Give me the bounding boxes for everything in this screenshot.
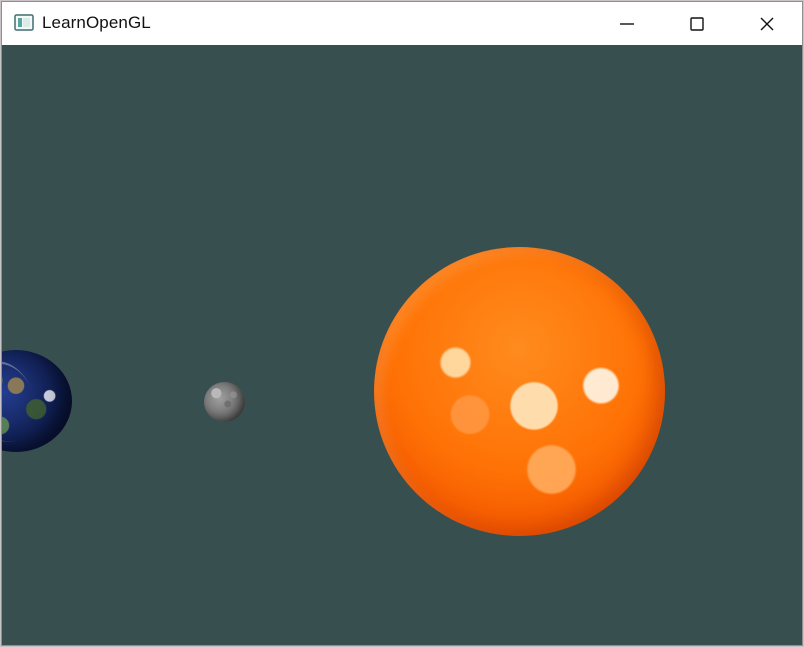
app-window: LearnOpenGL [1, 1, 803, 646]
maximize-button[interactable] [662, 2, 732, 45]
opengl-viewport[interactable] [2, 45, 802, 645]
minimize-button[interactable] [592, 2, 662, 45]
close-button[interactable] [732, 2, 802, 45]
maximize-icon [690, 16, 704, 31]
earth-sphere [2, 350, 72, 452]
moon-sphere [204, 382, 245, 422]
window-controls [592, 2, 802, 45]
window-app-icon [14, 14, 34, 31]
sun-sphere [374, 247, 665, 536]
minimize-icon [620, 22, 634, 25]
title-bar[interactable]: LearnOpenGL [2, 2, 802, 45]
close-icon [760, 17, 774, 30]
window-title: LearnOpenGL [42, 13, 151, 32]
